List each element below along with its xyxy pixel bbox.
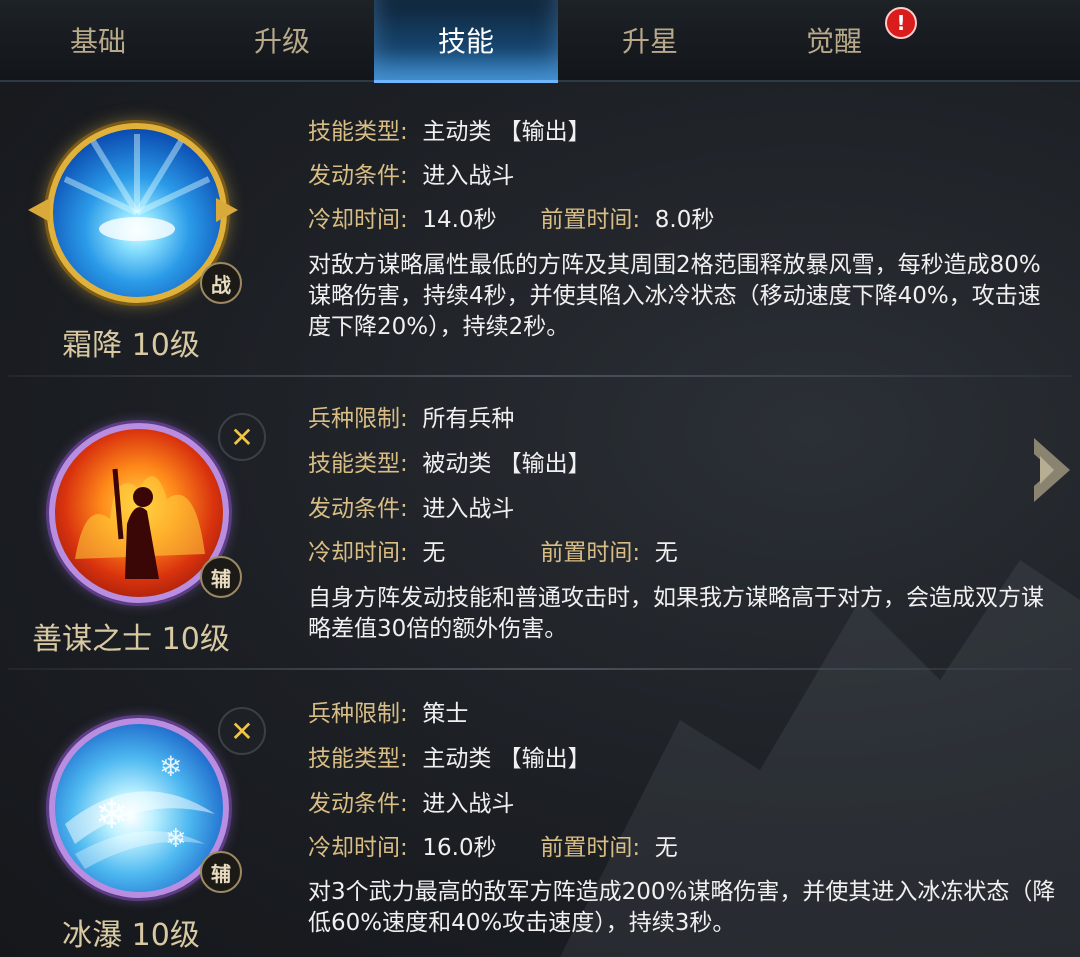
row-value: 进入战斗 [422,791,515,817]
alert-badge: ! [885,7,917,39]
timing-row: 冷却时间: 14.0秒 前置时间: 8.0秒 [308,205,714,235]
row-value: 主动类 【输出】 [422,119,591,145]
cooldown-value: 14.0秒 [422,207,497,233]
skill-type-row: 技能类型: 主动类 【输出】 [308,744,591,774]
row-value: 进入战斗 [422,163,515,189]
row-label: 技能类型: [308,451,408,477]
cooldown-label: 冷却时间: [308,207,408,233]
ice-swirl-graphic [65,791,215,869]
skill-name: 善谋之士 10级 [32,622,230,657]
tab-basics-label: 基础 [69,25,126,58]
snowflake-icon: ❄ [159,750,183,783]
precast-value: 8.0秒 [654,207,715,233]
close-icon[interactable]: ✕ [218,707,266,755]
section-divider [8,668,1072,670]
tab-basics[interactable]: 基础 [6,0,190,80]
frost-frame-wings [28,198,238,222]
tab-upgrade-label: 升级 [253,25,310,58]
row-value: 进入战斗 [422,496,515,522]
tab-awaken-label: 觉醒 [805,25,862,58]
role-badge-support: 辅 [200,851,242,893]
tab-bar: 基础 升级 技能 升星 觉醒 ! [0,0,1080,83]
snowflake-icon: ❄ [95,792,129,838]
trigger-row: 发动条件: 进入战斗 [308,161,514,191]
row-label: 技能类型: [308,746,408,772]
timing-row: 冷却时间: 无前置时间: 无 [308,538,678,568]
skill-name: 霜降 10级 [62,328,200,363]
tab-star-up-label: 升星 [621,25,678,58]
tab-skills[interactable]: 技能 [374,0,558,83]
tab-star-up[interactable]: 升星 [558,0,742,80]
row-label: 技能类型: [308,119,408,145]
precast-label: 前置时间: [540,540,641,566]
cooldown-label: 冷却时间: [308,835,408,861]
trigger-row: 发动条件: 进入战斗 [308,494,514,524]
skill-description: 自身方阵发动技能和普通攻击时，如果我方谋略高于对方，会造成双方谋略差值30倍的额… [308,585,1044,642]
skill-type-row: 技能类型: 主动类 【输出】 [308,117,591,147]
chevron-right-icon [1034,438,1070,502]
precast-value: 无 [654,835,678,861]
trigger-row: 发动条件: 进入战斗 [308,789,514,819]
row-value: 主动类 【输出】 [422,746,591,772]
section-divider [8,375,1072,377]
precast-value: 无 [654,540,678,566]
cooldown-label: 冷却时间: [308,540,408,566]
cooldown-value: 无 [422,540,446,566]
fire-figure-graphic [75,468,205,579]
precast-label: 前置时间: [540,207,641,233]
timing-row: 冷却时间: 16.0秒 前置时间: 无 [308,833,678,863]
row-label: 发动条件: [308,791,408,817]
row-label: 发动条件: [308,163,408,189]
precast-label: 前置时间: [540,835,641,861]
role-badge-support: 辅 [200,556,242,598]
tab-skills-label: 技能 [437,25,494,58]
tab-upgrade[interactable]: 升级 [190,0,374,80]
skill-name: 冰瀑 10级 [62,918,200,953]
snowflake-icon: ❄ [165,824,187,854]
row-label: 兵种限制: [308,406,408,432]
skill-type-row: 技能类型: 被动类 【输出】 [308,449,591,479]
role-badge-war: 战 [200,262,242,304]
row-label: 兵种限制: [308,701,408,727]
row-value: 被动类 【输出】 [422,451,591,477]
row-value: 所有兵种 [422,406,515,432]
troop-limit-row: 兵种限制: 所有兵种 [308,404,514,434]
skill-description: 对3个武力最高的敌军方阵造成200%谋略伤害，并使其进入冰冻状态（降低60%速度… [308,879,1056,936]
close-icon[interactable]: ✕ [218,413,266,461]
next-page-arrow-icon[interactable] [1030,432,1074,508]
skill-description: 对敌方谋略属性最低的方阵及其周围2格范围释放暴风雪，每秒造成80%谋略伤害，持续… [308,252,1041,340]
row-value: 策士 [422,701,469,727]
troop-limit-row: 兵种限制: 策士 [308,699,468,729]
row-label: 发动条件: [308,496,408,522]
cooldown-value: 16.0秒 [422,835,497,861]
